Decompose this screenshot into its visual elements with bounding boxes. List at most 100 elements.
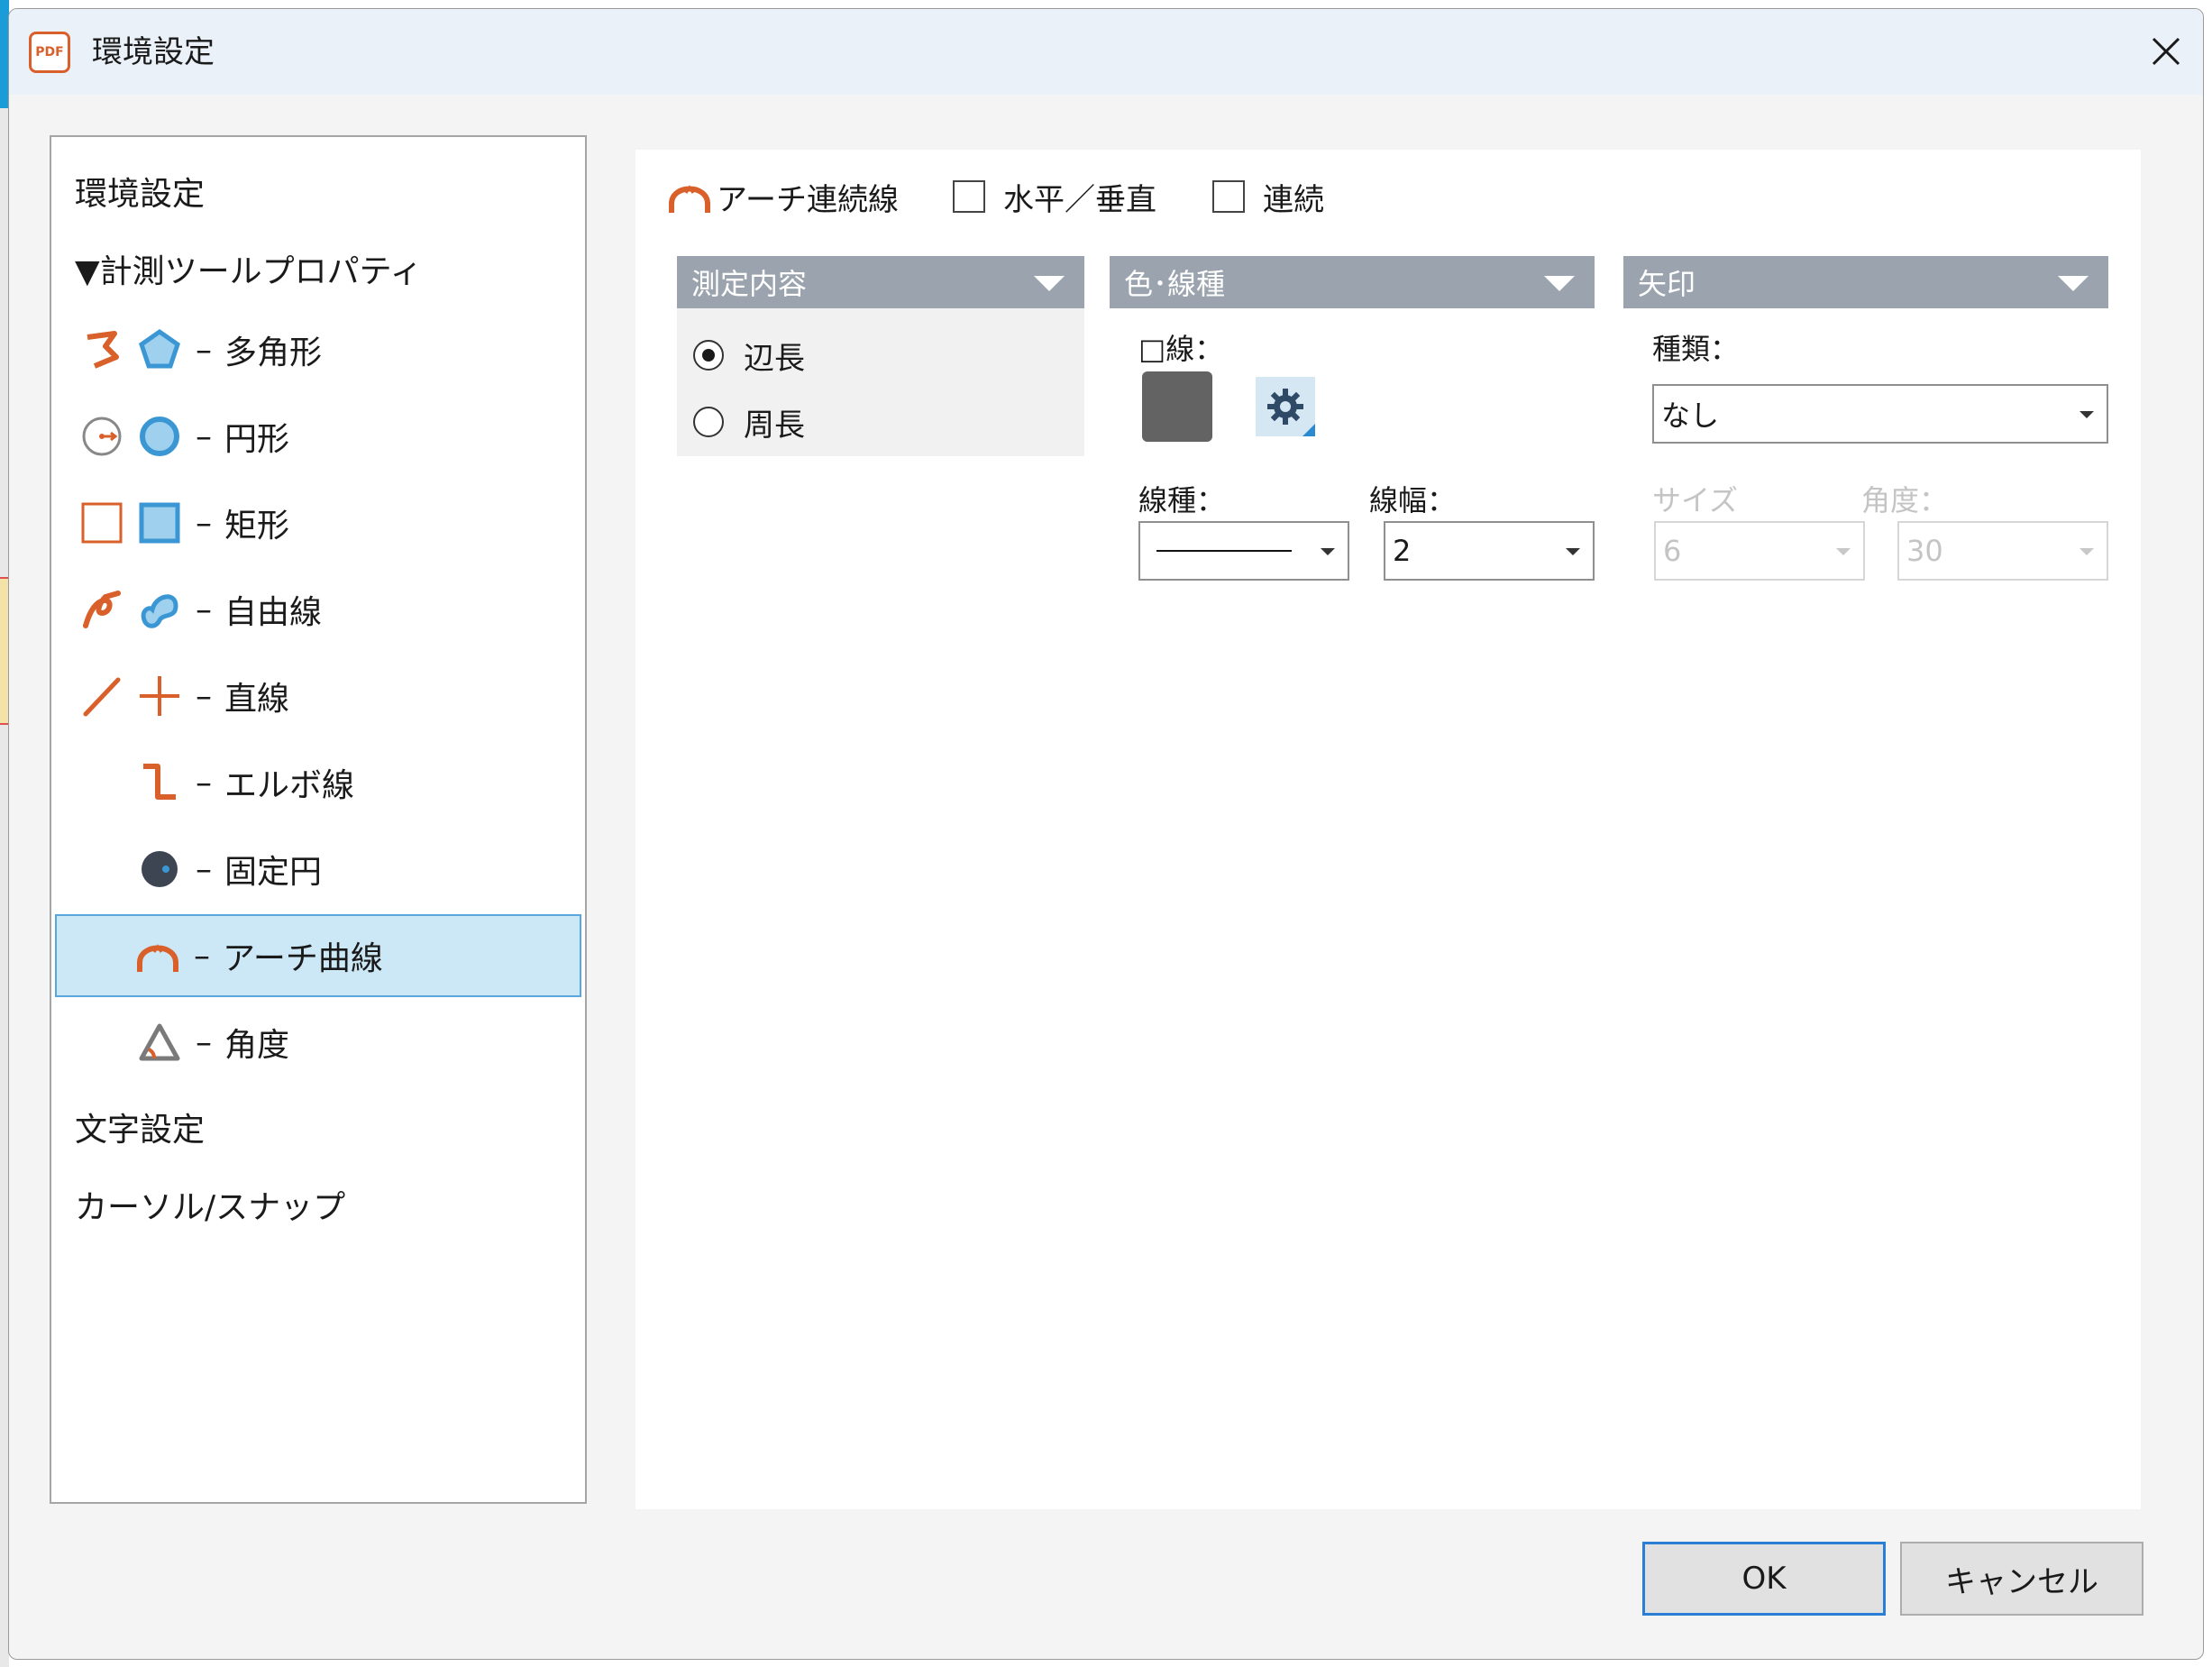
- tree-item-label: 環境設定: [75, 176, 206, 213]
- cross-line-icon: [136, 673, 183, 719]
- section-title: 測定内容: [691, 267, 808, 301]
- diagonal-line-icon: [78, 673, 125, 719]
- tree-item-arch-curve[interactable]: – アーチ曲線: [55, 914, 581, 997]
- rectangle-outline-icon: [78, 499, 125, 546]
- tree-item-prefix: –: [196, 591, 212, 628]
- line-width-label: 線幅：: [1369, 483, 1457, 518]
- tree-item-angle[interactable]: – 角度: [55, 1001, 581, 1084]
- radio-button-selected[interactable]: [693, 340, 724, 371]
- tree-item-label: 矩形: [224, 508, 290, 545]
- checkbox-label: 水平／垂直: [1002, 181, 1156, 218]
- arrow-kind-label: 種類：: [1652, 332, 1740, 366]
- tree-item-label: 自由線: [224, 594, 323, 631]
- dropdown-arrow-icon: [2079, 411, 2094, 418]
- preferences-dialog: PDF 環境設定 環境設定 ▼計測ツールプロパティ – 多角形 – 円形 – 矩…: [8, 8, 2204, 1660]
- solid-line-sample: [1156, 550, 1292, 552]
- section-color-line-header[interactable]: 色･線種: [1110, 256, 1595, 308]
- dropdown-arrow-icon: [1836, 548, 1851, 555]
- tree-item-prefix: –: [196, 504, 212, 542]
- arrow-size-label: サイズ: [1652, 483, 1739, 518]
- tree-item-label: 角度: [224, 1027, 290, 1064]
- tree-item-cursor-snap[interactable]: カーソル/スナップ: [55, 1163, 581, 1246]
- tree-item-measure-tool-properties[interactable]: ▼計測ツールプロパティ: [55, 227, 581, 310]
- radio-button[interactable]: [693, 407, 724, 437]
- checkbox-box[interactable]: [952, 180, 985, 213]
- tree-item-rectangle[interactable]: – 矩形: [55, 481, 581, 564]
- polygon-line-icon: [78, 326, 125, 373]
- dropdown-corner-icon: [1303, 424, 1315, 436]
- dropdown-arrow-icon: [1566, 548, 1580, 555]
- section-title: 矢印: [1638, 267, 1696, 301]
- tree-item-label: エルボ線: [224, 767, 355, 804]
- arch-continuous-icon: [663, 173, 717, 220]
- tool-name: アーチ連続線: [717, 181, 899, 218]
- arrow-angle-label: 角度：: [1861, 483, 1949, 518]
- color-settings-button[interactable]: [1256, 377, 1315, 436]
- tree-item-label: 文字設定: [75, 1112, 206, 1149]
- tree-item-freehand[interactable]: – 自由線: [55, 568, 581, 651]
- checkbox-label: 連続: [1262, 181, 1324, 218]
- ok-button[interactable]: OK: [1642, 1542, 1886, 1616]
- tree-item-prefix: –: [196, 331, 212, 369]
- arrow-kind-select[interactable]: なし: [1652, 384, 2108, 444]
- tree-item-prefix: –: [196, 850, 212, 888]
- horizontal-vertical-checkbox[interactable]: 水平／垂直: [952, 175, 1156, 219]
- section-title: 色･線種: [1124, 267, 1226, 301]
- close-button[interactable]: [2134, 20, 2198, 83]
- line-type-select[interactable]: [1138, 521, 1349, 581]
- radio-perimeter[interactable]: 周長: [693, 398, 805, 445]
- line-type-label: 線種：: [1138, 483, 1226, 518]
- rectangle-shape-icon: [136, 499, 183, 546]
- settings-tree[interactable]: 環境設定 ▼計測ツールプロパティ – 多角形 – 円形 – 矩形 – 自由線 –…: [50, 135, 587, 1504]
- tree-item-straight-line[interactable]: – 直線: [55, 655, 581, 737]
- tree-item-prefix: –: [196, 1023, 212, 1061]
- tree-item-label: 多角形: [224, 334, 323, 371]
- tree-item-fixed-circle[interactable]: – 固定円: [55, 828, 581, 911]
- section-measure-header[interactable]: 測定内容: [677, 256, 1084, 308]
- tree-item-label: アーチ曲線: [223, 940, 383, 977]
- circle-radius-icon: [78, 413, 125, 460]
- arrow-size-select[interactable]: 6: [1654, 521, 1865, 581]
- collapse-triangle-icon[interactable]: [1034, 276, 1065, 291]
- freehand-shape-icon: [136, 586, 183, 633]
- gear-icon: [1267, 389, 1303, 425]
- tree-item-preferences[interactable]: 環境設定: [55, 150, 581, 233]
- fixed-circle-icon: [136, 846, 183, 893]
- radio-label: 辺長: [744, 340, 805, 377]
- tree-item-label: カーソル/スナップ: [75, 1189, 346, 1226]
- polygon-shape-icon: [136, 326, 183, 373]
- tree-item-label: 固定円: [224, 854, 323, 891]
- angle-icon: [136, 1019, 183, 1066]
- arch-curve-icon: [134, 932, 181, 979]
- arrow-size-value: 6: [1663, 534, 1682, 568]
- line-width-select[interactable]: 2: [1384, 521, 1595, 581]
- tool-header-row: アーチ連続線 水平／垂直 連続: [663, 169, 1324, 224]
- freehand-line-icon: [78, 586, 125, 633]
- dialog-title: 環境設定: [92, 34, 215, 70]
- close-icon: [2152, 37, 2180, 66]
- radio-edge-length[interactable]: 辺長: [693, 332, 805, 379]
- arrow-angle-select[interactable]: 30: [1897, 521, 2108, 581]
- continuous-checkbox[interactable]: 連続: [1211, 175, 1324, 219]
- tree-item-label: 直線: [224, 681, 290, 718]
- tree-item-prefix: –: [196, 764, 212, 801]
- section-arrow-header[interactable]: 矢印: [1623, 256, 2108, 308]
- checkbox-box[interactable]: [1211, 180, 1245, 213]
- tree-item-label: 円形: [224, 421, 290, 458]
- arrow-kind-value: なし: [1661, 398, 1720, 433]
- tree-item-prefix: –: [194, 937, 210, 975]
- arrow-angle-value: 30: [1906, 534, 1943, 568]
- circle-shape-icon: [136, 413, 183, 460]
- tree-item-prefix: –: [196, 417, 212, 455]
- collapse-triangle-icon[interactable]: [1544, 276, 1575, 291]
- tree-item-circle[interactable]: – 円形: [55, 395, 581, 478]
- line-color-swatch[interactable]: [1142, 371, 1212, 442]
- title-bar[interactable]: PDF 環境設定: [9, 9, 2203, 95]
- tree-item-text-settings[interactable]: 文字設定: [55, 1085, 581, 1168]
- cancel-button[interactable]: キャンセル: [1900, 1542, 2143, 1616]
- tree-item-polygon[interactable]: – 多角形: [55, 308, 581, 391]
- line-width-value: 2: [1393, 534, 1412, 568]
- collapse-triangle-icon[interactable]: [2058, 276, 2089, 291]
- section-measure-body: 辺長 周長: [677, 308, 1084, 456]
- tree-item-elbow-line[interactable]: – エルボ線: [55, 741, 581, 824]
